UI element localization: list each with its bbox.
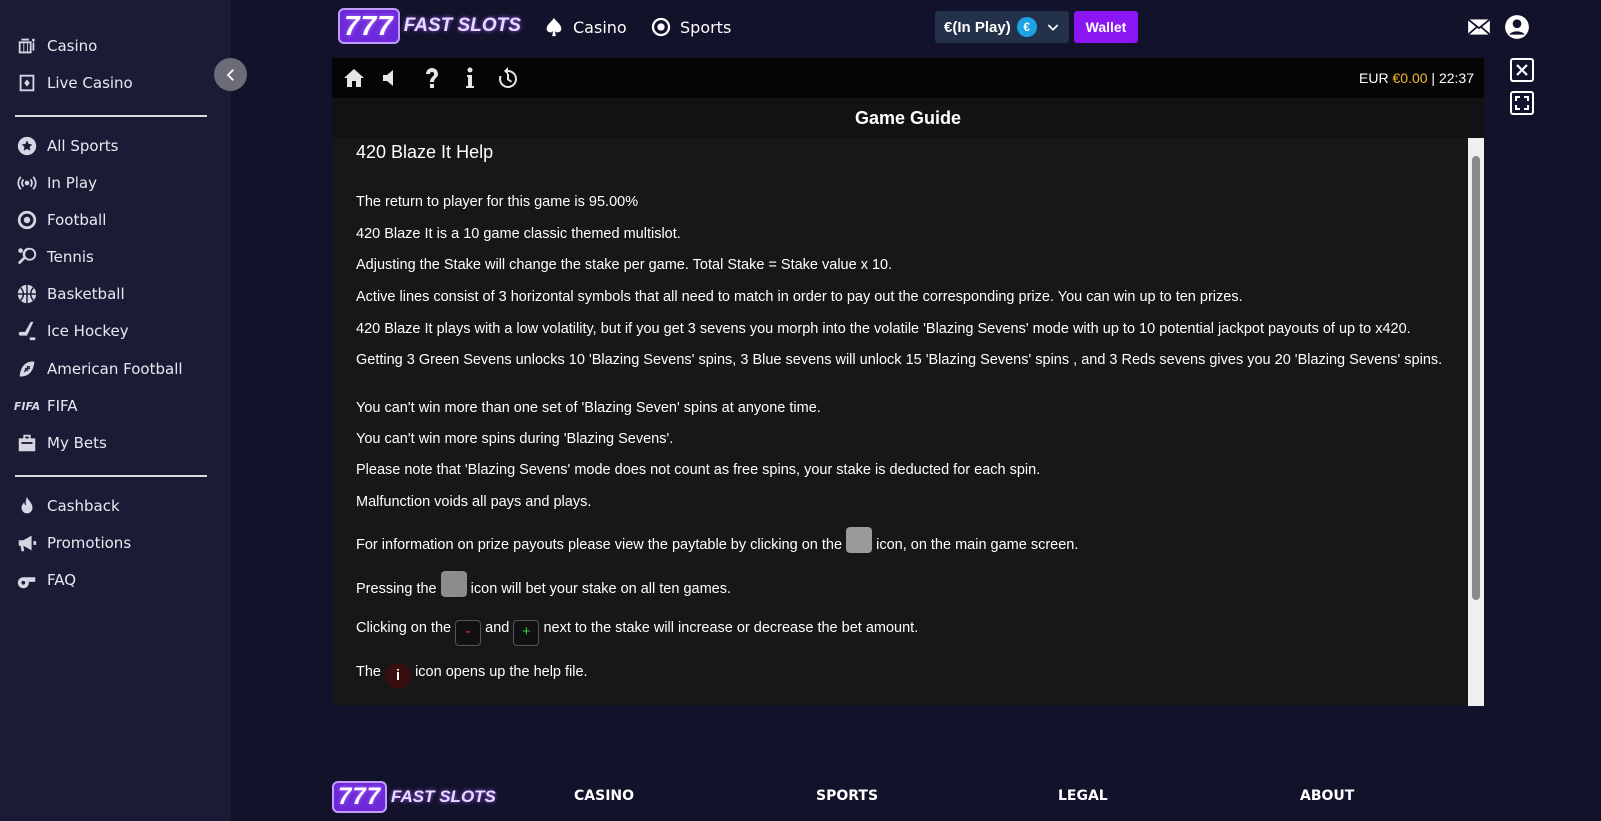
footer-sports[interactable]: SPORTS [816, 788, 878, 804]
fifa-icon: FIFA [13, 399, 41, 413]
guide-paragraph: You can't win more spins during 'Blazing… [356, 431, 674, 447]
basketball-icon [14, 281, 40, 307]
guide-paragraph: Active lines consist of 3 horizontal sym… [356, 289, 1243, 305]
sidebar-item-label: FAQ [47, 571, 77, 589]
football-icon [14, 207, 40, 233]
guide-paragraph: 420 Blaze It plays with a low volatility… [356, 321, 1411, 337]
sidebar-item-all-sports[interactable]: All Sports [14, 131, 118, 161]
footer-legal[interactable]: LEGAL [1058, 788, 1108, 804]
sidebar-item-cashback[interactable]: Cashback [14, 491, 120, 521]
guide-paragraph: 420 Blaze It is a 10 game classic themed… [356, 226, 681, 242]
help-icon[interactable] [420, 66, 444, 90]
sidebar-item-ice-hockey[interactable]: Ice Hockey [14, 316, 129, 346]
footer-casino[interactable]: CASINO [574, 788, 634, 804]
paytable-question-icon [846, 527, 873, 553]
whistle-icon [14, 567, 40, 593]
sidebar-item-casino[interactable]: Casino [14, 31, 97, 61]
sidebar-item-label: Casino [47, 37, 98, 55]
hockey-icon [14, 318, 40, 344]
balance-dropdown[interactable]: €(In Play) € [935, 11, 1069, 43]
tennis-icon [14, 244, 40, 270]
sidebar-item-label: FIFA [47, 397, 78, 415]
guide-paragraph: The return to player for this game is 95… [356, 194, 639, 210]
guide-paragraph: Adjusting the Stake will change the stak… [356, 257, 893, 273]
euro-coin-icon: € [1016, 17, 1037, 37]
broadcast-icon [14, 170, 40, 196]
game-guide-header: Game Guide [332, 98, 1484, 138]
logo[interactable]: 777 FAST SLOTS [338, 8, 521, 44]
sidebar-item-basketball[interactable]: Basketball [14, 279, 125, 309]
info-help-icon: i [385, 663, 412, 689]
sidebar-item-label: Cashback [47, 497, 120, 515]
footer-about[interactable]: ABOUT [1300, 788, 1354, 804]
megaphone-icon [14, 530, 40, 556]
sidebar-item-label: Football [47, 211, 107, 229]
guide-paragraph: You can't win more than one set of 'Blaz… [356, 400, 821, 416]
spin-icon [440, 571, 467, 597]
sound-icon[interactable] [380, 66, 404, 90]
nav-casino[interactable]: Casino [543, 14, 627, 40]
star-icon [14, 133, 40, 159]
spade-icon [546, 17, 562, 37]
guide-paragraph: Malfunction voids all pays and plays. [356, 494, 592, 510]
game-toolbar: EUR €0.00 | 22:37 [332, 58, 1484, 98]
game-frame: EUR €0.00 | 22:37 Game Guide 420 Blaze I… [332, 58, 1484, 706]
guide-paragraph: Pressing the icon will bet your stake on… [356, 571, 1446, 603]
plus-icon: + [513, 620, 540, 646]
minus-icon: - [455, 620, 482, 646]
sidebar-item-label: American Football [47, 360, 183, 378]
sidebar-item-in-play[interactable]: In Play [14, 168, 97, 198]
guide-paragraph: The i icon opens up the help file. [356, 658, 1446, 689]
sidebar-divider [15, 475, 207, 477]
sidebar-item-label: All Sports [47, 137, 119, 155]
account-icon[interactable] [1504, 14, 1530, 40]
guide-paragraph: Please note that 'Blazing Sevens' mode d… [356, 462, 1041, 478]
guide-paragraph: Getting 3 Green Sevens unlocks 10 'Blazi… [356, 352, 1443, 368]
nav-sports[interactable]: Sports [650, 14, 731, 40]
sidebar-item-football[interactable]: Football [14, 205, 106, 235]
chevron-left-icon [226, 68, 234, 81]
balance-status: EUR €0.00 | 22:37 [1359, 70, 1474, 86]
scroll-thumb[interactable] [1472, 156, 1480, 600]
close-icon[interactable] [1510, 58, 1534, 82]
chevron-down-icon [1047, 24, 1058, 31]
guide-scrollbar[interactable] [1468, 138, 1484, 706]
game-guide-body: 420 Blaze It Help The return to player f… [332, 138, 1468, 706]
guide-paragraph: Clicking on the - and + next to the stak… [356, 614, 1446, 646]
wallet-button[interactable]: Wallet [1074, 11, 1138, 43]
sidebar-item-label: My Bets [47, 434, 107, 452]
sidebar-item-tennis[interactable]: Tennis [14, 242, 94, 272]
flame-icon [14, 493, 40, 519]
sidebar-item-faq[interactable]: FAQ [14, 565, 76, 595]
sidebar-item-my-bets[interactable]: My Bets [14, 428, 107, 458]
home-icon[interactable] [342, 66, 366, 90]
ball-icon [651, 17, 671, 37]
casino-icon [14, 33, 40, 59]
sidebar-divider [15, 115, 207, 117]
sidebar-item-label: Promotions [47, 534, 132, 552]
cards-icon [14, 70, 40, 96]
guide-title: 420 Blaze It Help [356, 142, 494, 162]
mail-icon[interactable] [1466, 14, 1492, 40]
sidebar-item-american-football[interactable]: American Football [14, 354, 183, 384]
info-icon[interactable] [458, 66, 482, 90]
sidebar-item-label: Basketball [47, 285, 125, 303]
sidebar-item-label: In Play [47, 174, 97, 192]
sidebar-item-label: Ice Hockey [47, 322, 129, 340]
bets-icon [14, 430, 40, 456]
fullscreen-icon[interactable] [1510, 91, 1534, 115]
sidebar-item-promotions[interactable]: Promotions [14, 528, 131, 558]
guide-paragraph: For information on prize payouts please … [356, 527, 1446, 559]
sidebar-item-fifa[interactable]: FIFA FIFA [14, 391, 78, 421]
footer-logo[interactable]: 777 FAST SLOTS [332, 781, 496, 813]
sidebar-item-label: Tennis [47, 248, 94, 266]
collapse-sidebar-button[interactable] [214, 58, 247, 91]
american-football-icon [14, 356, 40, 382]
sidebar-item-live-casino[interactable]: Live Casino [14, 68, 133, 98]
sidebar-item-label: Live Casino [47, 74, 133, 92]
history-icon[interactable] [496, 66, 520, 90]
sidebar: Casino Live Casino All Sports In Play Fo… [0, 0, 231, 821]
